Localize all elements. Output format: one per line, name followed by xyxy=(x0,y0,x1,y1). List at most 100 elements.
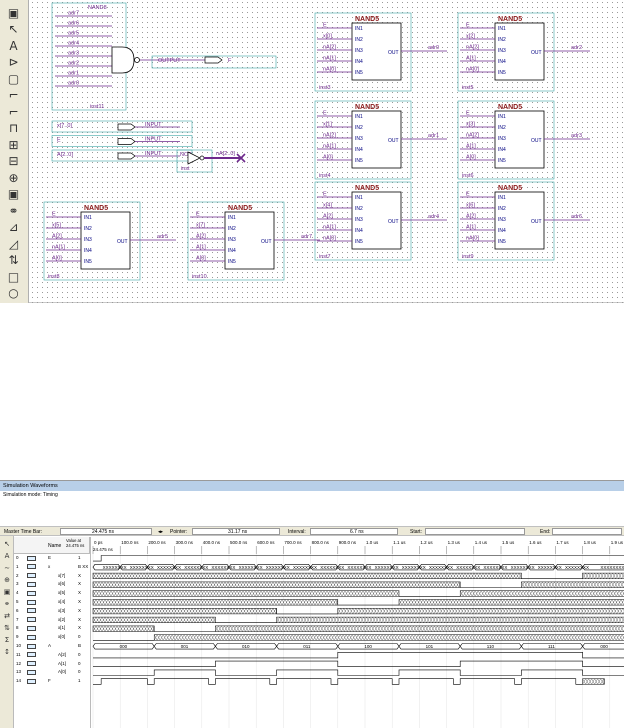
nand5-title: NAND5 xyxy=(355,104,379,111)
flip-horizontal-icon[interactable]: ⊿ xyxy=(5,219,22,236)
pointer-icon[interactable]: ↖ xyxy=(2,540,12,550)
nand5-title: NAND5 xyxy=(498,16,522,23)
nand5-input-net: nA[1] xyxy=(323,56,336,62)
signal-index: 6 xyxy=(16,607,19,613)
nand5-block: NAND5 E IN1 x[6] IN2 A[2] IN3 A[1] IN4 nA[0] IN5 OU… xyxy=(457,181,590,261)
bus-value-label: XXXXXXXX xyxy=(565,565,589,570)
invert-icon[interactable]: ⇅ xyxy=(2,624,12,634)
waveform-display[interactable]: 0 ps 100.0 ns 200.0 ns 300.0 ns 400.0 ns 500.… xyxy=(90,537,624,728)
bus-value-label: 001 xyxy=(181,644,189,649)
conduit-icon[interactable]: ⊓ xyxy=(5,120,22,137)
rotate-icon[interactable]: ⇅ xyxy=(5,252,22,269)
bus-value-label: XXXXXXXX xyxy=(157,565,181,570)
waveform-editing-icon[interactable]: ∼ xyxy=(2,564,12,574)
schematic-drawing: NAND8 adr7 adr6 adr5 adr4 adr3 adr2 adr1 adr0 ins… xyxy=(43,2,590,281)
block-tool-icon[interactable]: ▣ xyxy=(5,4,22,21)
signal-name: A[1] xyxy=(58,660,67,666)
count-value-icon[interactable]: Σ xyxy=(2,636,12,646)
flip-vertical-icon[interactable]: ◿ xyxy=(5,235,22,252)
block-editor-toolbar: ▣ ↖ A ⊳ ▢ ⌐ ⌐ ⊓ ⊞ ⊟ ⊕ ▣ ⚭ ⊿ ◿ ⇅ □ ○ xyxy=(0,0,29,303)
full-screen-icon[interactable]: ▣ xyxy=(5,186,22,203)
bus-value-label: XXXXXXXX xyxy=(600,565,624,570)
time-tick-label: 600.0 ns xyxy=(257,540,275,545)
rubber-band-icon[interactable]: ⊞ xyxy=(5,136,22,153)
signal-value: X xyxy=(78,599,82,604)
signal-name: x xyxy=(48,563,51,569)
simulation-waveforms-window: Simulation Waveforms Simulation mode: Ti… xyxy=(0,480,624,728)
nand5-pin-name: IN4 xyxy=(355,228,363,234)
nand5-pin-name: IN4 xyxy=(498,59,506,65)
sort-icon[interactable]: ↕ xyxy=(2,648,12,658)
ellipse-icon[interactable]: ○ xyxy=(5,285,22,302)
input-pin-symbol xyxy=(117,138,136,145)
nand5-input-net: x[3] xyxy=(466,122,475,128)
nand5-output-net: adr6 xyxy=(571,214,582,220)
bus-value-label: 000 xyxy=(600,644,608,649)
signal-index: 0 xyxy=(16,555,19,560)
signal-name: A xyxy=(48,643,52,648)
input-net-label: x[7..0] xyxy=(57,123,72,129)
bus-value-label: XXXXXXXX xyxy=(429,565,453,570)
time-bar-stepper-icon[interactable]: ◂▸ xyxy=(158,529,163,535)
nand5-pin-name: IN4 xyxy=(355,59,363,65)
time-tick-label: 1.7 us xyxy=(556,540,569,545)
nand5-instance: inst10 xyxy=(192,274,207,280)
nand8-input-label: adr2 xyxy=(68,61,79,67)
partial-line-icon[interactable]: ⊟ xyxy=(5,153,22,170)
zoom-icon[interactable]: ⊕ xyxy=(5,169,22,186)
nand5-block: NAND5 E IN1 x[5] IN2 A[2] IN3 nA[1] IN4 A[0] IN5 OU… xyxy=(43,201,176,281)
orthogonal-bus-icon[interactable]: ⌐ xyxy=(5,103,22,120)
text-tool-icon[interactable]: A xyxy=(5,37,22,54)
signal-name: x[5] xyxy=(58,590,66,596)
nand8-input-label: adr7 xyxy=(68,11,79,17)
nand5-input-net: E xyxy=(466,192,470,198)
select-arrow-icon[interactable]: ↖ xyxy=(5,21,22,38)
nand5-input-net: nA[2] xyxy=(466,133,479,139)
signal-name: x[6] xyxy=(58,581,66,587)
signal-name: x[7] xyxy=(58,572,66,578)
nand5-block: NAND5 E IN1 x[4] IN2 A[2] IN3 nA[1] IN4 nA[0] IN5 O… xyxy=(314,181,447,261)
undefined-hatch xyxy=(92,590,400,597)
time-tick-label: 300.0 ns xyxy=(176,540,194,545)
symbol-tool-icon[interactable]: ⊳ xyxy=(5,54,22,71)
undefined-hatch xyxy=(92,625,155,632)
undefined-hatch xyxy=(398,599,624,606)
bus-value-label: 111 xyxy=(548,644,555,649)
bus-value-label: XXXXXXXX xyxy=(402,565,426,570)
signal-type-icon xyxy=(27,643,36,649)
nand5-pin-name: IN3 xyxy=(498,48,506,54)
replace-icon[interactable]: ⇄ xyxy=(2,612,12,622)
find-icon[interactable]: ⚭ xyxy=(5,202,22,219)
nand5-out-pin: OUT xyxy=(388,50,399,56)
time-tick-label: 1.3 us xyxy=(448,540,461,545)
orthogonal-node-icon[interactable]: ⌐ xyxy=(5,87,22,104)
nand5-input-net: nA[2] xyxy=(466,45,479,51)
bus-value-label: XXXXXXXX xyxy=(483,565,507,570)
box-tool-icon[interactable]: ▢ xyxy=(5,70,22,87)
nand5-input-net: E xyxy=(323,111,327,117)
nand5-input-net: x[5] xyxy=(52,223,61,229)
full-screen-icon[interactable]: ▣ xyxy=(2,588,12,598)
nand5-title: NAND5 xyxy=(228,205,252,212)
nand5-output-net: adr5 xyxy=(157,234,168,240)
undefined-hatch xyxy=(154,634,624,641)
end-label: End: xyxy=(540,529,551,535)
nand5-instance: inst4 xyxy=(319,173,331,179)
nand5-pin-name: IN2 xyxy=(498,37,506,43)
nand5-pin-name: IN3 xyxy=(355,48,363,54)
bus-value-label: XXXXXXXX xyxy=(347,565,371,570)
text-icon[interactable]: A xyxy=(2,552,12,562)
nand5-block: NAND5 E IN1 x[2] IN2 nA[2] IN3 A[1] IN4 nA[0] IN5 O… xyxy=(457,12,590,92)
nand5-input-net: x[7] xyxy=(196,223,205,229)
time-tick-label: 200.0 ns xyxy=(148,540,166,545)
time-tick-label: 1.2 us xyxy=(420,540,433,545)
nand5-output-net: adr3 xyxy=(571,133,582,139)
nand5-pin-name: IN3 xyxy=(498,136,506,142)
rectangle-icon[interactable]: □ xyxy=(5,268,22,285)
nand5-out-pin: OUT xyxy=(531,138,542,144)
find-icon[interactable]: ⚭ xyxy=(2,600,12,610)
schematic-canvas[interactable]: NAND8 adr7 adr6 adr5 adr4 adr3 adr2 adr1 adr0 ins… xyxy=(30,0,624,303)
nand5-pin-name: IN1 xyxy=(355,114,363,120)
zoom-icon[interactable]: ⊕ xyxy=(2,576,12,586)
nand5-instance: inst6 xyxy=(462,173,474,179)
